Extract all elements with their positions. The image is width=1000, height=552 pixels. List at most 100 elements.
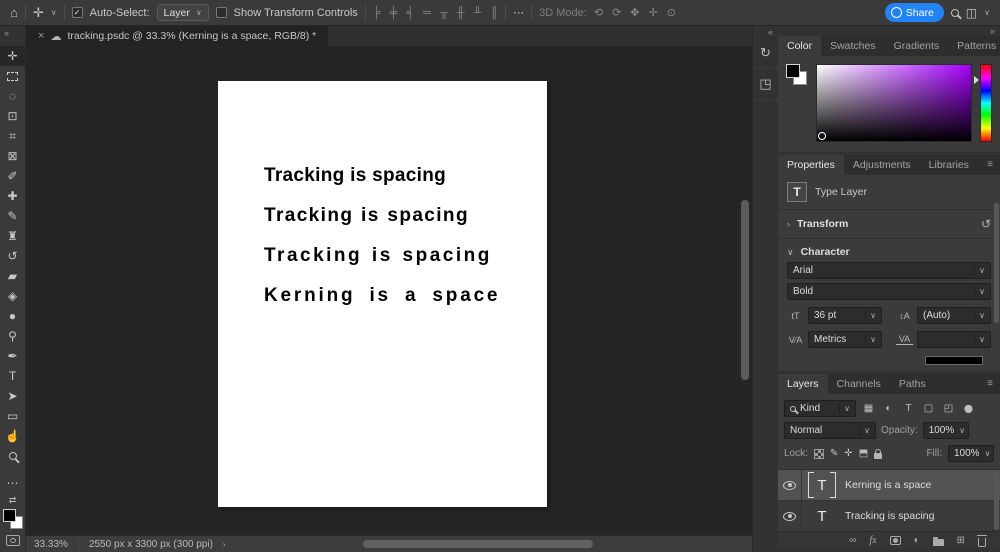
- align-left-icon[interactable]: ╞: [373, 7, 381, 19]
- share-button[interactable]: Share: [884, 3, 944, 22]
- camera-3d-icon[interactable]: ⊙: [667, 6, 676, 19]
- visibility-toggle[interactable]: [778, 470, 802, 500]
- canvas-area[interactable]: Tracking is spacing Tracking is spacing …: [26, 46, 752, 535]
- tab-adjustments[interactable]: Adjustments: [844, 155, 920, 175]
- layers-scrollbar[interactable]: [994, 472, 999, 530]
- transform-section-header[interactable]: › Transform ↺: [787, 217, 991, 231]
- zoom-level-field[interactable]: 33.33%: [34, 539, 68, 550]
- more-tools-button[interactable]: ⋯: [0, 473, 25, 493]
- filter-pixel-layers-icon[interactable]: ▦: [861, 403, 876, 414]
- document-tab[interactable]: × ☁ tracking.psdc @ 33.3% (Kerning is a …: [26, 26, 329, 46]
- color-picker-cursor[interactable]: [818, 132, 826, 140]
- new-layer-icon[interactable]: ⊞: [957, 535, 965, 546]
- foreground-color-swatch[interactable]: [786, 64, 800, 78]
- hue-slider-pointer[interactable]: [974, 76, 979, 84]
- properties-scrollbar[interactable]: [994, 203, 999, 323]
- character-section-header[interactable]: ∨ Character: [787, 246, 991, 258]
- pan-3d-icon[interactable]: ✥: [630, 6, 639, 19]
- layer-thumbnail[interactable]: T: [807, 503, 837, 529]
- layer-name[interactable]: Tracking is spacing: [845, 510, 934, 522]
- dodge-tool[interactable]: ⚲: [0, 326, 25, 346]
- toolbar-expand-button[interactable]: »: [0, 26, 25, 46]
- distribute-top-icon[interactable]: ╥: [440, 7, 448, 19]
- opacity-select[interactable]: 100% ∨: [922, 422, 969, 439]
- color-panel-swatches[interactable]: [786, 64, 808, 86]
- kerning-select[interactable]: Metrics ∨: [808, 331, 882, 348]
- search-icon[interactable]: [950, 8, 959, 17]
- lock-paint-icon[interactable]: ✎: [830, 448, 838, 459]
- expand-panels-button[interactable]: »: [778, 26, 1000, 36]
- filter-adjustment-layers-icon[interactable]: ◐: [881, 403, 896, 414]
- filter-toggle-icon[interactable]: ⬤: [961, 404, 976, 413]
- layer-filter-select[interactable]: Kind ∨: [784, 400, 856, 417]
- filter-smart-objects-icon[interactable]: ◰: [941, 403, 956, 414]
- chevron-down-icon[interactable]: ∨: [984, 8, 990, 17]
- distribute-left-icon[interactable]: ║: [490, 7, 498, 19]
- delete-layer-icon[interactable]: [977, 534, 987, 547]
- panel-menu-icon[interactable]: ≡: [980, 155, 1000, 175]
- add-layer-mask-icon[interactable]: [889, 536, 901, 545]
- frame-tool[interactable]: ⊠: [0, 146, 25, 166]
- chevron-down-icon[interactable]: ∨: [51, 8, 57, 17]
- canvas-vertical-scrollbar[interactable]: [741, 200, 749, 380]
- link-layers-icon[interactable]: ∞: [849, 535, 856, 546]
- layer-row-kerning[interactable]: T Kerning is a space: [778, 470, 1000, 501]
- object-selection-tool[interactable]: ⊡: [0, 106, 25, 126]
- collapse-panels-button[interactable]: «: [763, 26, 778, 38]
- layer-name[interactable]: Kerning is a space: [845, 479, 931, 491]
- layer-row-tracking-2[interactable]: T Tracking is spacing: [778, 501, 1000, 531]
- lock-all-icon[interactable]: [874, 448, 883, 459]
- path-selection-tool[interactable]: ➤: [0, 386, 25, 406]
- history-panel-icon[interactable]: ↻: [753, 38, 778, 69]
- panel-menu-icon[interactable]: ≡: [980, 374, 1000, 394]
- tab-properties[interactable]: Properties: [778, 155, 844, 175]
- fill-select[interactable]: 100% ∨: [948, 445, 994, 462]
- text-color-swatch[interactable]: [925, 356, 983, 365]
- move-tool-icon[interactable]: ✛: [33, 6, 44, 19]
- swap-colors-icon[interactable]: ⇄: [0, 493, 25, 507]
- tab-swatches[interactable]: Swatches: [821, 36, 885, 56]
- zoom-tool[interactable]: [0, 446, 25, 466]
- lock-move-icon[interactable]: ✛: [844, 448, 852, 459]
- layer-effects-icon[interactable]: fx: [869, 535, 876, 546]
- visibility-toggle[interactable]: [778, 501, 802, 531]
- show-transform-checkbox[interactable]: [215, 7, 227, 18]
- tab-paths[interactable]: Paths: [890, 374, 935, 394]
- home-icon[interactable]: ⌂: [10, 6, 18, 19]
- hand-tool[interactable]: ☝: [0, 426, 25, 446]
- slide-3d-icon[interactable]: ✛: [649, 6, 658, 19]
- font-size-select[interactable]: 36 pt ∨: [808, 307, 882, 324]
- saturation-brightness-field[interactable]: [816, 64, 972, 142]
- auto-select-checkbox[interactable]: ✓: [71, 7, 83, 18]
- blend-mode-select[interactable]: Normal ∨: [784, 422, 876, 439]
- adjustment-layer-icon[interactable]: ◐: [914, 535, 920, 546]
- tab-channels[interactable]: Channels: [828, 374, 890, 394]
- brush-tool[interactable]: ✎: [0, 206, 25, 226]
- type-tool[interactable]: T: [0, 366, 25, 386]
- hue-slider[interactable]: [980, 64, 992, 142]
- canvas-horizontal-scrollbar[interactable]: [363, 540, 593, 548]
- more-options-button[interactable]: ⋯: [513, 6, 524, 19]
- clone-stamp-tool[interactable]: ♜: [0, 226, 25, 246]
- rectangle-tool[interactable]: ▭: [0, 406, 25, 426]
- layer-thumbnail[interactable]: T: [807, 472, 837, 498]
- healing-brush-tool[interactable]: ✚: [0, 186, 25, 206]
- reset-transform-icon[interactable]: ↺: [981, 217, 991, 231]
- tab-color[interactable]: Color: [778, 36, 822, 56]
- marquee-tool[interactable]: [0, 66, 25, 86]
- move-tool[interactable]: ✛: [0, 46, 25, 66]
- workspace-switcher-icon[interactable]: ◫: [966, 7, 977, 19]
- filter-shape-layers-icon[interactable]: ▢: [921, 403, 936, 414]
- blur-tool[interactable]: ●: [0, 306, 25, 326]
- font-family-select[interactable]: Arial ∨: [787, 262, 991, 279]
- new-group-icon[interactable]: [932, 536, 944, 546]
- font-style-select[interactable]: Bold ∨: [787, 283, 991, 300]
- auto-select-target-dropdown[interactable]: Layer ∨: [156, 4, 209, 21]
- foreground-color-swatch[interactable]: [2, 509, 16, 522]
- eyedropper-tool[interactable]: ✐: [0, 166, 25, 186]
- tab-patterns[interactable]: Patterns: [948, 36, 1000, 56]
- filter-type-layers-icon[interactable]: T: [901, 403, 916, 414]
- distribute-center-icon[interactable]: ╫: [457, 7, 465, 19]
- lasso-tool[interactable]: ◌: [0, 86, 25, 106]
- align-right-icon[interactable]: ╡: [406, 7, 414, 19]
